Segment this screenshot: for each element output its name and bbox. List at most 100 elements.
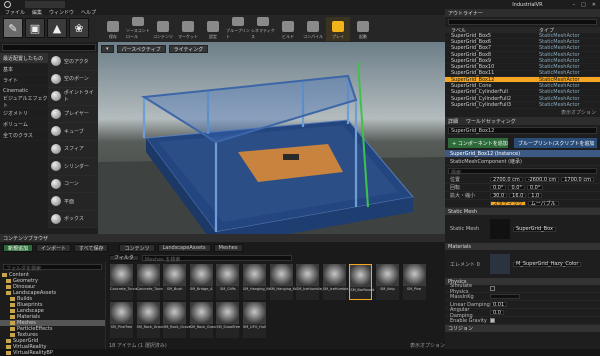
marketplace-button[interactable]: マーケット [176, 17, 200, 41]
cinematics-button[interactable]: シネマティクス [251, 16, 275, 41]
place-item[interactable]: 空のポーン [48, 71, 98, 88]
asset-tile[interactable]: SM_Rock_Gravel [136, 302, 165, 338]
build-button[interactable]: ビルド [276, 17, 300, 41]
minimize-icon[interactable]: – [573, 2, 576, 8]
instance-row[interactable]: SuperGrid_Box12 (Instance) [445, 150, 600, 158]
asset-tile[interactable]: SM_Cliffs [216, 264, 240, 300]
asset-tile[interactable]: SM_Kelp [375, 264, 399, 300]
simulate-checkbox[interactable] [490, 286, 495, 291]
place-mode-button[interactable]: ✎ [3, 18, 23, 38]
asset-tile[interactable]: SM_Bush [163, 264, 187, 300]
object-name-field[interactable]: SuperGrid_Box12 [448, 127, 597, 134]
static-mesh-section[interactable]: Static Mesh [445, 208, 600, 215]
material-thumbnail [490, 254, 510, 274]
asset-tile[interactable]: Concrete_Tunnel_01_end [136, 264, 180, 300]
path-segment[interactable]: Meshes [213, 244, 243, 252]
place-item[interactable]: キューブ [48, 123, 98, 141]
asset-tile[interactable]: SM_PineTree [110, 302, 133, 338]
content-browser-title: コンテンツブラウザ [0, 234, 445, 242]
outliner-row[interactable]: SuperGrid_CylinderFull3 StaticMeshActor [445, 102, 600, 109]
asset-tile[interactable]: SM_SnowTree [216, 302, 240, 338]
asset-tile[interactable]: SM_IceHumble_02 [322, 264, 355, 300]
category-volumes[interactable]: ボリューム [0, 119, 48, 130]
save-all-button[interactable]: すべて保存 [74, 244, 109, 252]
category-vfx[interactable]: ビジュアルエフェクト [0, 96, 48, 109]
launch-icon [357, 20, 369, 32]
place-item[interactable]: スフィア [48, 141, 98, 158]
lit-mode-button[interactable]: ライティング [168, 45, 209, 53]
add-new-button[interactable]: 新規追加 [3, 244, 34, 252]
add-component-button[interactable]: + コンポーネントを追加 [448, 138, 508, 148]
mass-field[interactable] [490, 294, 520, 299]
static-mesh-dropdown[interactable]: SuperGrid_Box [513, 226, 556, 232]
viewport-menu-button[interactable]: ▾ [101, 45, 114, 53]
add-blueprint-button[interactable]: ブループリント/スクリプトを追加 [514, 138, 597, 148]
asset-tile[interactable]: SM_Pine [402, 264, 426, 300]
landscape-mode-button[interactable]: ▲ [47, 18, 67, 38]
material-dropdown[interactable]: M_SuperGrid_Hazy_Color [513, 261, 582, 267]
asset-tile-selected[interactable]: SM_BorRound [349, 264, 374, 300]
place-item[interactable]: シリンダー [48, 158, 98, 176]
paint-mode-button[interactable]: ▣ [25, 18, 45, 38]
category-recent[interactable]: 最近配置したもの [0, 53, 48, 64]
main-toolbar: 保存 ソースコントロール コンテンツ マーケット 設定 ブループリント シネマテ… [98, 15, 445, 42]
level-tab[interactable] [25, 1, 65, 8]
tree-item[interactable]: VirtualRealityBP [0, 350, 105, 356]
compile-button[interactable]: コンパイル [301, 17, 325, 41]
collision-section[interactable]: コリジョン [445, 325, 600, 332]
launch-button[interactable]: 起動 [351, 17, 375, 41]
tab-details[interactable]: 詳細 [448, 118, 458, 125]
category-lights[interactable]: ライト [0, 75, 48, 86]
level-viewport[interactable]: ▾ パースペクティブ ライティング [98, 42, 445, 234]
asset-tile[interactable]: SM_Bridge_A [189, 264, 213, 300]
place-item[interactable]: ボックス [48, 211, 98, 228]
source-control-button[interactable]: ソースコントロール [126, 16, 150, 41]
place-item[interactable]: 空のアクタ [48, 53, 98, 71]
perspective-button[interactable]: パースペクティブ [116, 45, 166, 53]
outliner-view-options[interactable]: 表示オプション [445, 109, 600, 116]
place-item[interactable]: 平面 [48, 193, 98, 211]
close-icon[interactable]: ✕ [592, 2, 596, 8]
asset-tile[interactable]: SM_IceHumble_01 [296, 264, 328, 300]
blueprints-button[interactable]: ブループリント [226, 16, 250, 41]
details-search-input[interactable]: 検索 [448, 168, 597, 176]
asset-tile[interactable]: Concrete_Tunnel_01 [110, 264, 145, 300]
category-all-classes[interactable]: 全てのクラス [0, 130, 48, 141]
category-geometry[interactable]: ジオメトリ [0, 108, 48, 119]
foliage-mode-button[interactable]: ❀ [69, 18, 89, 38]
import-button[interactable]: インポート [36, 244, 72, 252]
gravity-checkbox[interactable] [490, 318, 495, 323]
place-search-input[interactable] [2, 44, 96, 51]
maximize-icon[interactable]: □ [581, 2, 586, 8]
path-segment[interactable]: LandscapeAssets [157, 244, 211, 252]
asset-tile[interactable]: SM_Hanging_Kelp2 [269, 264, 303, 300]
content-toolbar: 新規追加 インポート すべて保存 コンテンツ LandscapeAssets M… [0, 242, 445, 254]
static-toggle[interactable]: スタティック [490, 201, 526, 207]
asset-tile[interactable]: SM_Rock_Gravel_Foliage [189, 302, 233, 338]
box-icon [51, 213, 61, 224]
component-row[interactable]: StaticMeshComponent (継承) [445, 158, 600, 166]
path-segment[interactable]: コンテンツ [119, 244, 155, 252]
place-item[interactable]: プレイヤー [48, 106, 98, 123]
place-item[interactable]: ポイントライト [48, 88, 98, 106]
category-basic[interactable]: 基本 [0, 64, 48, 75]
asset-search-input[interactable]: Meshes を検索 [141, 254, 292, 263]
settings-button[interactable]: 設定 [201, 17, 225, 41]
asset-tile[interactable]: SM_Hanging_Kelp [242, 264, 274, 300]
asset-tile[interactable]: SM_Rock_Gravel_02 [163, 302, 198, 338]
location-row: 位置 2700.0 cm -2600.0 cm 1700.0 cm [445, 176, 600, 184]
cylinder-icon [51, 161, 61, 172]
movable-toggle[interactable]: ムーバブル [527, 201, 559, 207]
asset-view-options[interactable]: 表示オプション [410, 342, 445, 349]
asset-tile[interactable]: SM_UFO_Hull [242, 302, 266, 338]
play-button[interactable]: プレイ [326, 16, 350, 41]
save-button[interactable]: 保存 [101, 17, 125, 41]
place-item[interactable]: コーン [48, 176, 98, 193]
outliner-search-input[interactable] [448, 19, 597, 25]
build-icon [282, 20, 294, 32]
content-button[interactable]: コンテンツ [151, 17, 175, 41]
tab-world-settings[interactable]: ワールドセッティング [466, 118, 516, 125]
folder-search-input[interactable]: フォルダを検索 [3, 264, 102, 272]
materials-section[interactable]: Materials [445, 243, 600, 250]
filter-button[interactable]: フィルタ [109, 254, 139, 261]
